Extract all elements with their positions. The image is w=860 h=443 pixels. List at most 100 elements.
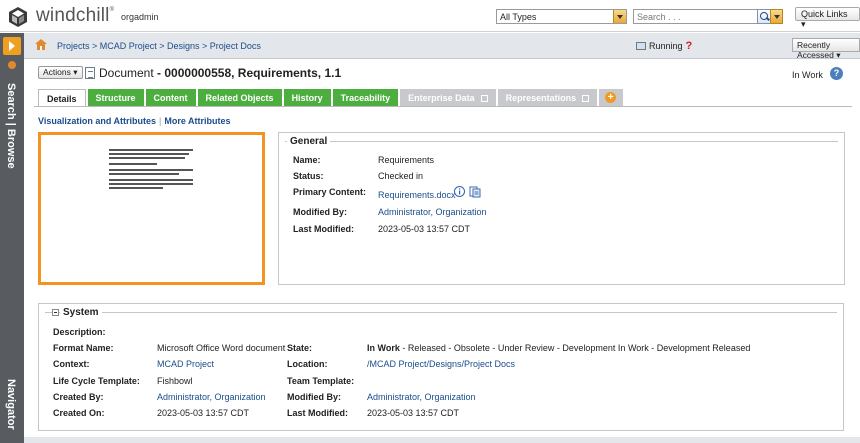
team-template-label: Team Template: <box>287 376 355 386</box>
footer-strip <box>24 437 860 443</box>
system-attributes-panel: System Description: Format Name: Microso… <box>38 303 844 431</box>
tab-details[interactable]: Details <box>38 89 86 107</box>
page-title: Document - 0000000558, Requirements, 1.1 <box>99 66 341 80</box>
navigator-tab[interactable]: Navigator <box>5 379 17 430</box>
document-icon <box>85 67 95 79</box>
more-attributes-link[interactable]: More Attributes <box>164 116 230 126</box>
object-type: Document <box>99 66 154 80</box>
primary-content-link[interactable]: Requirements.docx <box>378 190 456 200</box>
location-link[interactable]: /MCAD Project/Designs/Project Docs <box>367 359 515 369</box>
recently-accessed-button[interactable]: Recently Accessed ▾ <box>792 38 860 60</box>
chevron-down-icon[interactable] <box>613 10 626 23</box>
download-document-icon[interactable] <box>469 186 481 198</box>
running-label: Running <box>649 41 683 51</box>
life-cycle-template-label: Life Cycle Template: <box>53 376 140 386</box>
quick-links-label: Quick Links <box>801 9 848 19</box>
monitor-icon <box>636 42 646 50</box>
type-filter-select[interactable]: All Types <box>496 9 627 24</box>
home-icon[interactable] <box>35 39 47 50</box>
created-by-link[interactable]: Administrator, Organization <box>157 392 266 402</box>
created-on-value: 2023-05-03 13:57 CDT <box>157 408 250 418</box>
separator: | <box>159 116 162 126</box>
state-badge: In Work <box>792 70 823 80</box>
help-icon[interactable]: ? <box>830 67 843 80</box>
object-identity: - 0000000558, Requirements, 1.1 <box>157 66 342 80</box>
search-input[interactable]: Search . . . <box>633 9 759 24</box>
document-thumbnail[interactable] <box>38 132 265 285</box>
system-heading: System <box>60 307 102 318</box>
add-tab-icon[interactable] <box>599 89 624 107</box>
search-browse-tab[interactable]: Search | Browse <box>5 83 17 169</box>
breadcrumb-path[interactable]: Projects > MCAD Project > Designs > Proj… <box>57 41 261 51</box>
created-by-label: Created By: <box>53 392 104 402</box>
question-icon[interactable]: ? <box>686 40 693 52</box>
tab-representations-label: Representations <box>505 93 577 103</box>
thumbnail-text-line <box>109 169 193 171</box>
created-on-label: Created On: <box>53 408 105 418</box>
thumbnail-text-line <box>109 163 157 165</box>
name-label: Name: <box>293 155 321 165</box>
location-label: Location: <box>287 359 328 369</box>
current-user[interactable]: orgadmin <box>121 12 159 22</box>
thumbnail-text-line <box>109 183 193 185</box>
close-tab-icon[interactable] <box>480 95 488 102</box>
status-value: Checked in <box>378 171 424 181</box>
description-label: Description: <box>53 327 106 337</box>
windchill-logo-icon <box>9 7 27 27</box>
navigation-rail: Search | Browse Navigator <box>0 33 24 443</box>
format-name-value: Microsoft Office Word document <box>157 343 286 353</box>
thumbnail-text-line <box>109 179 193 181</box>
context-label: Context: <box>53 359 90 369</box>
tab-history[interactable]: History <box>283 89 331 107</box>
panel-rule <box>45 312 837 313</box>
pin-icon[interactable] <box>8 61 16 69</box>
primary-content-label: Primary Content: <box>293 187 367 197</box>
brand-name: windchill® <box>36 5 115 26</box>
collapse-section-icon[interactable] <box>52 309 59 316</box>
state-lifecycle: - Released - Obsolete - Under Review - D… <box>399 343 751 353</box>
system-modified-by-label: Modified By: <box>287 392 341 402</box>
status-label: Status: <box>293 171 324 181</box>
tab-traceability[interactable]: Traceability <box>332 89 399 107</box>
info-icon[interactable] <box>454 186 465 197</box>
tab-content[interactable]: Content <box>145 89 196 107</box>
breadcrumb: Projects > MCAD Project > Designs > Proj… <box>24 33 860 60</box>
format-name-label: Format Name: <box>53 343 114 353</box>
actions-menu-button[interactable]: Actions ▾ <box>38 66 83 79</box>
expand-navigator-icon[interactable] <box>3 37 21 55</box>
thumbnail-text-line <box>109 187 163 189</box>
recently-accessed-label: Recently Accessed <box>797 40 834 60</box>
panel-rule <box>285 141 838 142</box>
context-link[interactable]: MCAD Project <box>157 359 214 369</box>
system-last-modified-value: 2023-05-03 13:57 CDT <box>367 408 460 418</box>
tab-divider <box>34 106 852 107</box>
name-value: Requirements <box>378 155 435 165</box>
last-modified-value: 2023-05-03 13:57 CDT <box>378 224 471 234</box>
state-label: State: <box>287 343 313 353</box>
visualization-attributes-link[interactable]: Visualization and Attributes <box>38 116 156 126</box>
last-modified-label: Last Modified: <box>293 224 354 234</box>
running-status[interactable]: Running? <box>636 40 692 52</box>
thumbnail-text-line <box>109 149 193 151</box>
tab-enterprise-data[interactable]: Enterprise Data <box>400 89 496 107</box>
modified-by-label: Modified By: <box>293 207 347 217</box>
thumbnail-text-line <box>109 157 185 159</box>
tab-related-objects[interactable]: Related Objects <box>197 89 282 107</box>
system-last-modified-label: Last Modified: <box>287 408 348 418</box>
search-icon[interactable] <box>757 9 771 24</box>
modified-by-link[interactable]: Administrator, Organization <box>378 207 487 217</box>
close-tab-icon[interactable] <box>582 95 590 102</box>
general-attributes-panel: General Name: Requirements Status: Check… <box>278 132 845 285</box>
search-options-chevron-icon[interactable] <box>770 9 783 24</box>
tab-structure[interactable]: Structure <box>87 89 144 107</box>
actions-label: Actions <box>43 67 71 77</box>
thumbnail-text-line <box>109 173 179 175</box>
tab-representations[interactable]: Representations <box>497 89 598 107</box>
thumbnail-text-line <box>109 153 189 155</box>
tab-enterprise-data-label: Enterprise Data <box>408 93 475 103</box>
state-current: In Work <box>367 343 400 353</box>
system-modified-by-link[interactable]: Administrator, Organization <box>367 392 476 402</box>
quick-links-button[interactable]: Quick Links ▾ <box>795 7 860 29</box>
type-filter-value: All Types <box>500 12 537 22</box>
search-placeholder: Search . . . <box>637 12 681 22</box>
